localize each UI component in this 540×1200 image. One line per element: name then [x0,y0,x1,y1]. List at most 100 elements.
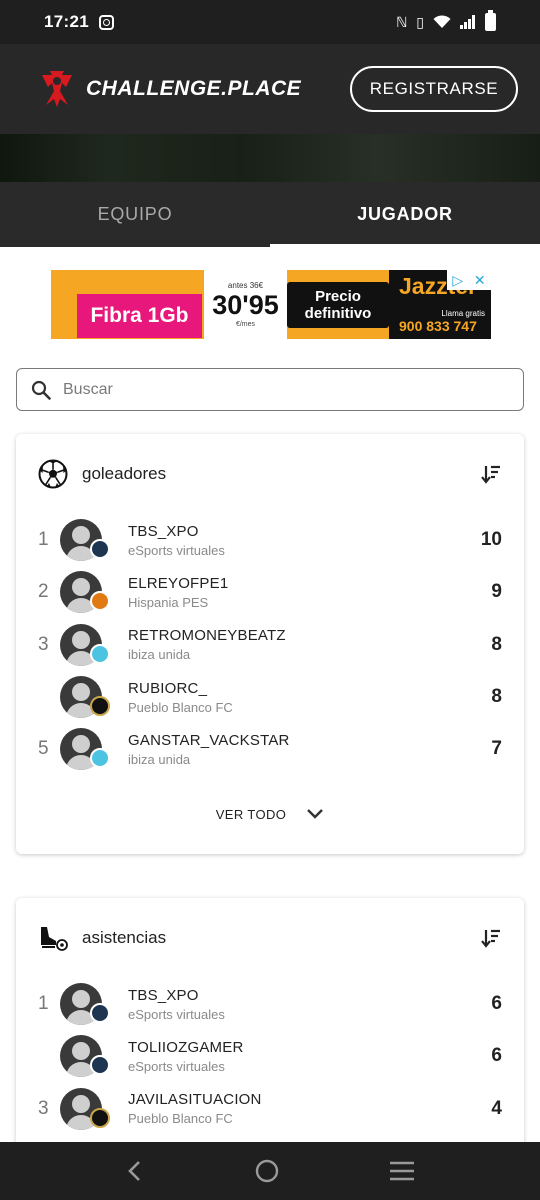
back-icon[interactable] [125,1159,145,1183]
team-badge [90,1107,110,1128]
tab-jugador[interactable]: JUGADOR [270,182,540,247]
team-badge [90,539,110,560]
nfc-icon: ℕ [396,13,408,30]
system-nav-bar [0,1142,540,1200]
team-badge [90,1003,110,1024]
status-bar: 17:21 ℕ ▯ [0,0,540,44]
player-name: GANSTAR_VACKSTAR [128,731,290,749]
search-icon [31,380,51,400]
ad-precio-text: Precio definitivo [287,281,389,328]
team-badge [90,696,110,717]
ad-price: 30'95 [212,290,279,320]
team-badge [90,1055,110,1076]
recents-menu-icon[interactable] [389,1160,415,1182]
tab-equipo[interactable]: EQUIPO [0,182,270,247]
player-name: RUBIORC_ [128,679,208,697]
see-all-label: VER TODO [215,806,287,822]
player-rank: 1 [38,993,49,1015]
ad-call-text: Llama gratis [441,309,485,318]
player-row[interactable]: 1 TBS_XPO eSports virtuales 6 [16,978,524,1030]
hero-image [0,134,540,182]
player-row[interactable]: 5 GANSTAR_VACKSTARibiza unida 7 [16,723,524,775]
trophy-logo-icon [42,71,72,107]
app-header: CHALLENGE.PLACE REGISTRARSE [0,44,540,134]
card-header: asistencias [16,898,524,978]
ad-fibra-segment: Fibra 1Gb [51,270,204,339]
player-value: 8 [491,633,502,655]
brand-name: CHALLENGE.PLACE [86,77,302,100]
player-rank: 2 [38,581,49,603]
player-name: TOLIIOZGAMER [128,1038,244,1056]
wifi-icon [433,15,451,28]
player-team: eSports virtuales [128,1006,225,1022]
player-avatar [60,676,110,719]
player-row[interactable]: 3 RETROMONEYBEATZ ibiza unida 8 [16,619,524,671]
ad-choices[interactable]: ▷ ✕ [447,270,491,290]
player-avatar [60,519,110,562]
player-team: ibiza unida [128,751,191,767]
player-rank: 1 [38,529,49,551]
player-row[interactable]: 1 TBS_XPO eSports virtuales 10 [16,514,524,566]
player-value: 6 [491,993,502,1015]
ad-fibra-text: Fibra 1Gb [77,294,202,338]
team-badge [90,643,110,664]
search-box [16,368,524,411]
card-header: goleadores [16,434,524,514]
soccer-ball-icon [38,459,68,489]
status-icons: ℕ ▯ [396,10,496,31]
ad-phone: 900 833 747 [399,318,477,334]
ad-precio-segment: Precio definitivo [287,270,389,339]
player-value: 7 [491,738,502,760]
player-rank: 5 [38,738,49,760]
player-team: eSports virtuales [128,542,225,558]
instagram-icon [98,14,114,30]
card-title: asistencias [82,928,167,947]
player-row[interactable]: 3 JAVILASITUACION Pueblo Blanco FC 4 [16,1083,524,1135]
player-team: ibiza unida [128,647,191,663]
team-badge [90,748,110,769]
ad-close-icon[interactable]: ✕ [474,272,486,289]
ad-price-unit: €/mes [235,321,256,328]
player-row[interactable]: RUBIORC_ Pueblo Blanco FC 8 [16,671,524,723]
player-row[interactable]: TOLIIOZGAMER eSports virtuales 6 [16,1030,524,1082]
ad-info-icon[interactable]: ▷ [452,272,463,289]
boot-ball-icon [41,927,68,951]
signal-icon [460,15,475,29]
player-rank: 3 [38,633,49,655]
ad-banner[interactable]: Fibra 1Gb antes 36€ 30'95 €/mes Precio d… [51,270,491,339]
player-name: TBS_XPO [128,986,199,1004]
see-all-button[interactable]: VER TODO [16,783,524,845]
player-name: JAVILASITUACION [128,1091,262,1109]
player-name: RETROMONEYBEATZ [128,627,286,645]
player-avatar [60,983,110,1026]
register-button[interactable]: REGISTRARSE [350,66,518,112]
player-rank: 3 [38,1097,49,1119]
ad-price-segment: antes 36€ 30'95 €/mes [204,270,287,339]
player-avatar [60,1087,110,1130]
home-icon[interactable] [254,1158,280,1184]
ad-before-price: antes 36€ [227,281,264,290]
sort-icon[interactable] [480,463,502,485]
player-value: 6 [491,1045,502,1067]
leaderboard-card-goleadores: goleadores 1 TBS_XPO eSports virtuales 10… [16,434,524,854]
player-avatar [60,728,110,771]
player-team: Hispania PES [128,594,209,610]
player-row[interactable]: 2 ELREYOFPE1 Hispania PES 9 [16,566,524,618]
team-badge [90,591,110,612]
player-value: 9 [491,581,502,603]
status-time: 17:21 [44,12,89,31]
player-name: ELREYOFPE1 [128,574,229,592]
tab-bar: EQUIPO JUGADOR [0,182,540,247]
player-value: 8 [491,686,502,708]
player-value: 10 [480,529,502,551]
player-team: Pueblo Blanco FC [128,699,233,715]
brand-logo[interactable]: CHALLENGE.PLACE [38,69,301,109]
sort-icon[interactable] [480,927,502,949]
player-name: TBS_XPO [128,522,199,540]
battery-icon [485,10,496,31]
player-avatar [60,571,110,614]
player-value: 4 [491,1097,502,1119]
player-team: eSports virtuales [128,1058,225,1074]
search-input[interactable] [63,380,463,399]
player-team: Pueblo Blanco FC [128,1111,233,1127]
